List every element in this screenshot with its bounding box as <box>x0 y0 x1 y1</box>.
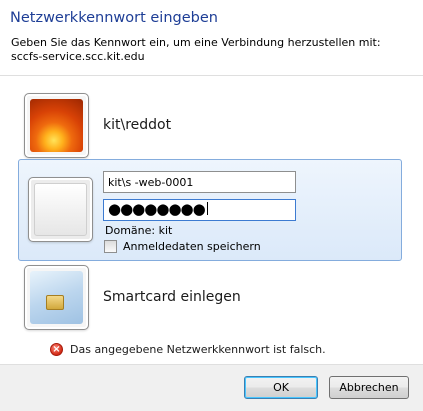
error-icon: × <box>50 343 63 356</box>
username-field[interactable]: kit\s -web-0001 <box>103 171 296 193</box>
user-picture-tile[interactable] <box>24 93 89 158</box>
subtitle-line-1: Geben Sie das Kennwort ein, um eine Verb… <box>11 36 381 49</box>
dialog-subtitle: Geben Sie das Kennwort ein, um eine Verb… <box>11 36 381 64</box>
existing-account-label[interactable]: kit\reddot <box>103 117 171 133</box>
cancel-button[interactable]: Abbrechen <box>329 376 409 399</box>
ok-button[interactable]: OK <box>244 376 318 399</box>
username-value: kit\s -web-0001 <box>108 176 194 189</box>
blank-user-icon <box>34 183 87 236</box>
flower-icon <box>30 99 83 152</box>
smartcard-label[interactable]: Smartcard einlegen <box>103 289 241 305</box>
smartcard-icon <box>30 271 83 324</box>
subtitle-line-2: sccfs-service.scc.kit.edu <box>11 50 145 63</box>
password-mask: ●●●●●●●● <box>108 200 206 218</box>
blank-user-tile[interactable] <box>28 177 93 242</box>
remember-credentials-checkbox[interactable] <box>104 240 117 253</box>
error-message: Das angegebene Netzwerkkennwort ist fals… <box>70 343 326 356</box>
header-divider <box>0 75 423 76</box>
remember-credentials-label[interactable]: Anmeldedaten speichern <box>123 240 261 253</box>
password-field[interactable]: ●●●●●●●● <box>103 199 296 221</box>
dialog-title: Netzwerkkennwort eingeben <box>10 10 218 26</box>
smartcard-chip-icon <box>46 295 64 310</box>
domain-label: Domäne: kit <box>105 224 173 237</box>
smartcard-tile[interactable] <box>24 265 89 330</box>
text-caret <box>206 202 208 215</box>
